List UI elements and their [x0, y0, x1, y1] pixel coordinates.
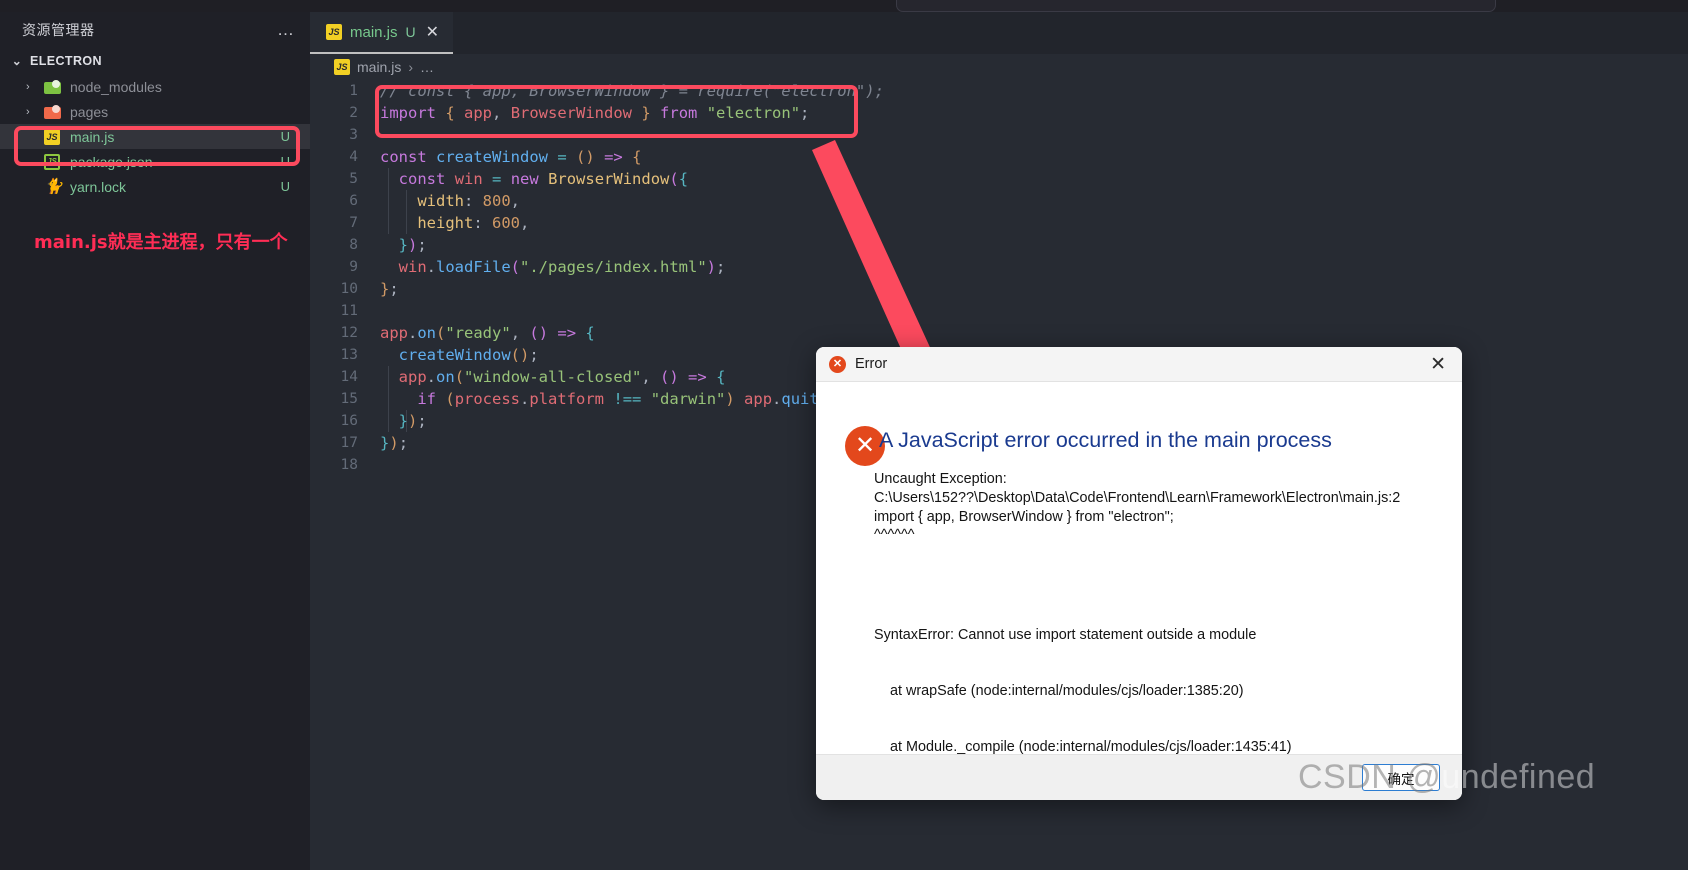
- line-number: 11: [340, 303, 358, 319]
- dialog-exception-text: Uncaught Exception: C:\Users\152??\Deskt…: [874, 471, 1401, 544]
- line-number: 6: [349, 193, 358, 209]
- code-line-10: };: [380, 280, 399, 298]
- line-number: 13: [340, 347, 358, 363]
- code-line-13: createWindow();: [398, 346, 539, 364]
- tree-item-package-json[interactable]: JS package.json U: [0, 149, 310, 174]
- code-line-6: width: 800,: [417, 192, 521, 210]
- explorer-sidebar: 资源管理器 … ⌄ ELECTRON › node_modules › page…: [0, 12, 310, 870]
- js-file-icon: JS: [44, 128, 68, 145]
- tree-item-label: yarn.lock: [70, 178, 127, 195]
- git-status-badge: U: [280, 129, 290, 144]
- code-line-16: });: [398, 412, 427, 430]
- dialog-heading: A JavaScript error occurred in the main …: [879, 428, 1332, 452]
- tree-item-label: package.json: [70, 153, 153, 170]
- chevron-down-icon: ⌄: [11, 54, 23, 68]
- line-number: 1: [349, 83, 358, 99]
- line-number: 3: [349, 127, 358, 143]
- stack-frame: at wrapSafe (node:internal/modules/cjs/l…: [874, 682, 1244, 699]
- error-message-line: SyntaxError: Cannot use import statement…: [874, 626, 1257, 643]
- tree-item-node-modules[interactable]: › node_modules: [0, 74, 310, 99]
- breadcrumb-rest[interactable]: …: [420, 59, 434, 75]
- tree-item-yarn-lock[interactable]: 🐈 yarn.lock U: [0, 174, 310, 199]
- explorer-root-folder[interactable]: ⌄ ELECTRON: [0, 48, 310, 74]
- command-center[interactable]: [896, 0, 1496, 12]
- code-line-14: app.on("window-all-closed", () => {: [398, 368, 726, 386]
- tree-item-main-js[interactable]: JS main.js U: [0, 124, 310, 149]
- close-icon[interactable]: ✕: [426, 22, 439, 42]
- yarn-file-icon: 🐈: [44, 177, 63, 195]
- folder-red-icon: [44, 104, 68, 119]
- breadcrumb: JS main.js › …: [310, 54, 1688, 80]
- explorer-more-icon[interactable]: …: [277, 21, 296, 38]
- code-line-4: const createWindow = () => {: [380, 148, 642, 166]
- line-number: 5: [349, 171, 358, 187]
- title-bar: [0, 0, 1688, 12]
- root-folder-label: ELECTRON: [30, 54, 102, 68]
- line-number: 2: [349, 105, 358, 121]
- js-file-icon: JS: [326, 24, 342, 40]
- dialog-title: Error: [855, 356, 888, 372]
- line-number: 17: [340, 435, 358, 451]
- line-number: 10: [340, 281, 358, 297]
- json-file-icon: JS: [44, 153, 68, 170]
- ok-button[interactable]: 确定: [1362, 764, 1440, 791]
- line-number: 9: [349, 259, 358, 275]
- chevron-right-icon: ›: [408, 59, 414, 75]
- code-line-7: height: 600,: [417, 214, 530, 232]
- tree-item-label: pages: [70, 103, 109, 120]
- tree-item-label: main.js: [70, 128, 115, 145]
- code-line-9: win.loadFile("./pages/index.html");: [398, 258, 726, 276]
- close-icon[interactable]: ✕: [1424, 355, 1452, 374]
- tab-dirty-badge: U: [405, 24, 416, 40]
- editor-tab-bar: JS main.js U ✕: [310, 12, 1688, 54]
- line-number: 7: [349, 215, 358, 231]
- code-line-2: import { app, BrowserWindow } from "elec…: [380, 104, 810, 122]
- error-dialog[interactable]: ✕ Error ✕ ✕ A JavaScript error occurred …: [816, 347, 1462, 800]
- chevron-right-icon: ›: [26, 80, 30, 93]
- line-number: 12: [340, 325, 358, 341]
- line-number: 15: [340, 391, 358, 407]
- dialog-footer: 确定: [816, 754, 1462, 800]
- line-number: 4: [349, 149, 358, 165]
- tab-main-js[interactable]: JS main.js U ✕: [310, 12, 454, 54]
- code-line-8: });: [398, 236, 427, 254]
- code-line-1: // const { app, BrowserWindow } = requir…: [380, 82, 884, 100]
- chevron-right-icon: ›: [26, 105, 30, 118]
- tab-label: main.js: [350, 23, 398, 41]
- explorer-header: 资源管理器 …: [0, 12, 310, 48]
- app-window: 资源管理器 … ⌄ ELECTRON › node_modules › page…: [0, 0, 1688, 870]
- code-line-5: const win = new BrowserWindow({: [398, 170, 689, 188]
- line-number: 14: [340, 369, 358, 385]
- folder-green-icon: [44, 79, 68, 94]
- line-number: 16: [340, 413, 358, 429]
- git-status-badge: U: [280, 154, 290, 169]
- line-number: 8: [349, 237, 358, 253]
- tree-item-pages[interactable]: › pages: [0, 99, 310, 124]
- sidebar-annotation-text: main.js就是主进程，只有一个: [34, 232, 288, 253]
- code-line-17: });: [380, 434, 409, 452]
- explorer-title: 资源管理器: [22, 22, 95, 38]
- breadcrumb-file[interactable]: main.js: [357, 59, 401, 75]
- dialog-title-bar: ✕ Error ✕: [816, 347, 1462, 382]
- line-number: 18: [340, 457, 358, 473]
- error-circle-icon: ✕: [829, 355, 846, 373]
- git-status-badge: U: [280, 179, 290, 194]
- tree-item-label: node_modules: [70, 78, 162, 95]
- dialog-body: ✕ A JavaScript error occurred in the mai…: [816, 382, 1462, 800]
- js-file-icon: JS: [334, 59, 350, 75]
- code-line-12: app.on("ready", () => {: [380, 324, 595, 342]
- code-line-15: if (process.platform !== "darwin") app.q…: [417, 390, 846, 408]
- line-number-gutter: 1 2 3 4 5 6 7 8 9 10 11 12 13 14 15 16 1…: [310, 80, 368, 870]
